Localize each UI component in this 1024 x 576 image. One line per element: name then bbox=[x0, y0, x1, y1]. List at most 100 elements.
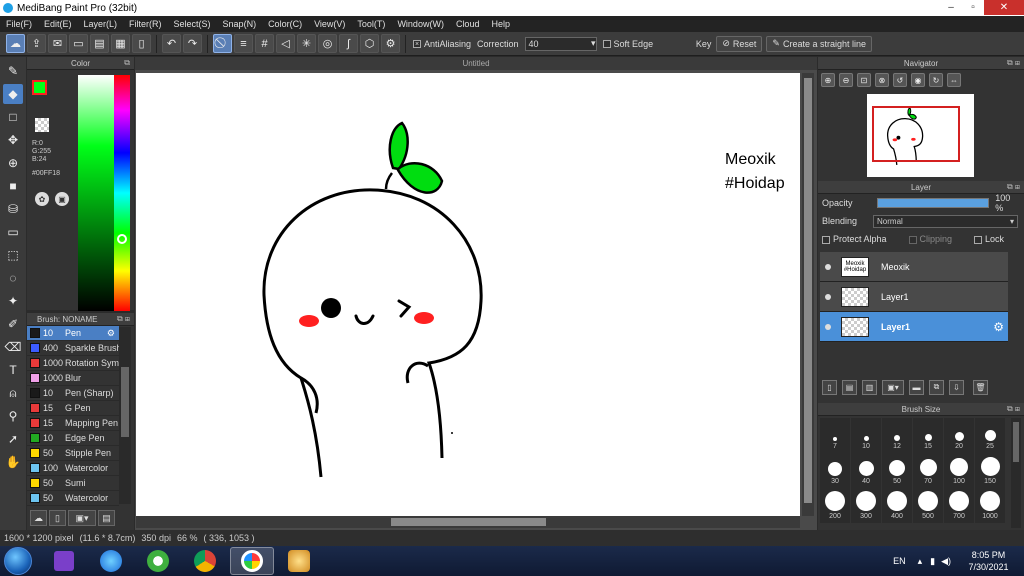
popout-icon[interactable]: ⧉ bbox=[124, 58, 130, 68]
comment-icon[interactable]: ✉ bbox=[48, 34, 67, 53]
blending-select[interactable]: Normal ▾ bbox=[873, 214, 1019, 228]
vertical-scrollbar[interactable] bbox=[802, 73, 814, 516]
menu-file[interactable]: File(F) bbox=[0, 19, 38, 29]
volume-icon[interactable]: ◀) bbox=[941, 556, 951, 567]
taskbar-internet-explorer[interactable] bbox=[89, 547, 133, 575]
page-icon[interactable]: ▯ bbox=[132, 34, 151, 53]
redo-icon[interactable]: ↷ bbox=[183, 34, 202, 53]
divide-tool-icon[interactable]: ⍝ bbox=[3, 383, 23, 403]
menu-tool[interactable]: Tool(T) bbox=[351, 19, 391, 29]
snap-settings-icon[interactable]: ⚙ bbox=[381, 34, 400, 53]
layer-item-layer1-selected[interactable]: Layer1 ⚙ bbox=[820, 312, 1008, 342]
visibility-eye-icon[interactable] bbox=[825, 293, 831, 300]
menu-color[interactable]: Color(C) bbox=[262, 19, 308, 29]
brush-item[interactable]: 10 Edge Pen bbox=[27, 431, 119, 446]
brush-size-scrollbar[interactable] bbox=[1011, 418, 1021, 528]
taskbar-medibang[interactable] bbox=[230, 547, 274, 575]
operation-tool-icon[interactable]: ⊕ bbox=[3, 153, 23, 173]
scrollbar-thumb[interactable] bbox=[121, 367, 129, 437]
popout-icon[interactable]: ⧉ ⊞ bbox=[117, 314, 130, 324]
popout-icon[interactable]: ⧉ ⊞ bbox=[1007, 182, 1020, 192]
reset-button[interactable]: ⊘ Reset bbox=[716, 35, 763, 52]
brush-size-option[interactable]: 150 bbox=[975, 453, 1005, 488]
color-history-icon[interactable]: ▣ bbox=[55, 192, 69, 206]
opacity-slider[interactable] bbox=[876, 198, 990, 208]
scrollbar-thumb[interactable] bbox=[804, 78, 812, 503]
menu-layer[interactable]: Layer(L) bbox=[78, 19, 124, 29]
menu-filter[interactable]: Filter(R) bbox=[123, 19, 168, 29]
eyedropper-tool-icon[interactable]: ⚲ bbox=[3, 406, 23, 426]
lasso-tool-icon[interactable]: ◌ bbox=[3, 268, 23, 288]
snap-radial-icon[interactable]: ✳ bbox=[297, 34, 316, 53]
snap-off-icon[interactable]: ⃠ bbox=[213, 34, 232, 53]
select-eraser-tool-icon[interactable]: ⌫ bbox=[3, 337, 23, 357]
brush-size-option[interactable]: 12 bbox=[882, 418, 912, 453]
maximize-button[interactable]: ▫ bbox=[962, 0, 984, 15]
network-icon[interactable]: ▮ bbox=[930, 556, 935, 567]
rotate-reset-icon[interactable]: ◉ bbox=[911, 73, 925, 87]
clipping-checkbox[interactable]: Clipping bbox=[908, 234, 952, 244]
bucket-tool-icon[interactable]: ⛁ bbox=[3, 199, 23, 219]
brush-item[interactable]: 15 G Pen bbox=[27, 401, 119, 416]
brush-size-option[interactable]: 400 bbox=[882, 488, 912, 523]
brush-size-option[interactable]: 25 bbox=[975, 418, 1005, 453]
brush-item[interactable]: 10 Pen (Sharp) bbox=[27, 386, 119, 401]
antialiasing-checkbox[interactable]: × AntiAliasing bbox=[413, 39, 471, 49]
lock-checkbox[interactable]: Lock bbox=[973, 234, 1004, 244]
layer-item-layer1[interactable]: Layer1 bbox=[820, 282, 1008, 312]
add-brush-menu-icon[interactable]: ▣▾ bbox=[68, 510, 96, 526]
brush-size-option[interactable]: 10 bbox=[851, 418, 881, 453]
menu-help[interactable]: Help bbox=[485, 19, 516, 29]
magic-wand-tool-icon[interactable]: ✦ bbox=[3, 291, 23, 311]
protect-alpha-checkbox[interactable]: Protect Alpha bbox=[822, 234, 887, 244]
rotate-left-icon[interactable]: ↺ bbox=[893, 73, 907, 87]
foreground-color-swatch[interactable] bbox=[32, 80, 47, 95]
hue-slider-handle[interactable] bbox=[117, 234, 127, 244]
new-8bit-layer-icon[interactable]: ▥ bbox=[862, 379, 877, 395]
soft-edge-checkbox[interactable]: Soft Edge bbox=[602, 39, 653, 49]
new-brush-icon[interactable]: ▯ bbox=[49, 510, 66, 526]
show-hidden-icons-icon[interactable]: ▴ bbox=[918, 556, 923, 567]
brush-size-option[interactable]: 100 bbox=[944, 453, 974, 488]
brush-tool-icon[interactable]: ✎ bbox=[3, 61, 23, 81]
menu-window[interactable]: Window(W) bbox=[391, 19, 450, 29]
popout-icon[interactable]: ⧉ ⊞ bbox=[1007, 404, 1020, 414]
menu-cloud[interactable]: Cloud bbox=[450, 19, 486, 29]
brush-size-option[interactable]: 300 bbox=[851, 488, 881, 523]
cursor-tool-icon[interactable]: ➚ bbox=[3, 429, 23, 449]
taskbar-paint[interactable] bbox=[277, 547, 321, 575]
brush-properties-icon[interactable]: ▤ bbox=[98, 510, 115, 526]
brush-list-scrollbar[interactable] bbox=[119, 327, 131, 504]
transparent-color-swatch[interactable] bbox=[35, 118, 49, 132]
taskbar-chrome[interactable] bbox=[183, 547, 227, 575]
close-button[interactable]: ✕ bbox=[984, 0, 1024, 15]
brush-item[interactable]: 100 Watercolor bbox=[27, 461, 119, 476]
clock[interactable]: 8:05 PM 7/30/2021 bbox=[961, 549, 1016, 573]
menu-edit[interactable]: Edit(E) bbox=[38, 19, 78, 29]
rotate-right-icon[interactable]: ↻ bbox=[929, 73, 943, 87]
taskbar-visual-studio[interactable] bbox=[42, 547, 86, 575]
zoom-in-icon[interactable]: ⊕ bbox=[821, 73, 835, 87]
snap-parallel-icon[interactable]: ≡ bbox=[234, 34, 253, 53]
text-tool-icon[interactable]: T bbox=[3, 360, 23, 380]
document-tab[interactable]: Untitled bbox=[135, 57, 817, 70]
brush-item[interactable]: 50 Sumi bbox=[27, 476, 119, 491]
brush-item[interactable]: 15 Mapping Pen bbox=[27, 416, 119, 431]
rectangle-tool-icon[interactable]: ■ bbox=[3, 176, 23, 196]
snap-perspective-icon[interactable]: ◁ bbox=[276, 34, 295, 53]
add-layer-menu-icon[interactable]: ▣▾ bbox=[882, 379, 904, 395]
minimize-button[interactable]: – bbox=[940, 0, 962, 15]
brush-item[interactable]: 10 Pen ⚙ bbox=[27, 326, 119, 341]
cloud-icon[interactable]: ☁ bbox=[6, 34, 25, 53]
new-folder-icon[interactable]: ▬ bbox=[909, 379, 924, 395]
scrollbar-thumb[interactable] bbox=[391, 518, 546, 526]
move-tool-icon[interactable]: ✥ bbox=[3, 130, 23, 150]
navigator-viewport-rect[interactable] bbox=[872, 106, 960, 162]
flip-icon[interactable]: ⇔ bbox=[947, 73, 961, 87]
brush-item[interactable]: 50 Stipple Pen bbox=[27, 446, 119, 461]
straight-line-button[interactable]: ✎ Create a straight line bbox=[766, 35, 872, 52]
visibility-eye-icon[interactable] bbox=[825, 263, 831, 270]
hand-tool-icon[interactable]: ✋ bbox=[3, 452, 23, 472]
navigator-thumbnail[interactable] bbox=[867, 94, 974, 177]
saturation-value-slider[interactable] bbox=[78, 75, 114, 311]
